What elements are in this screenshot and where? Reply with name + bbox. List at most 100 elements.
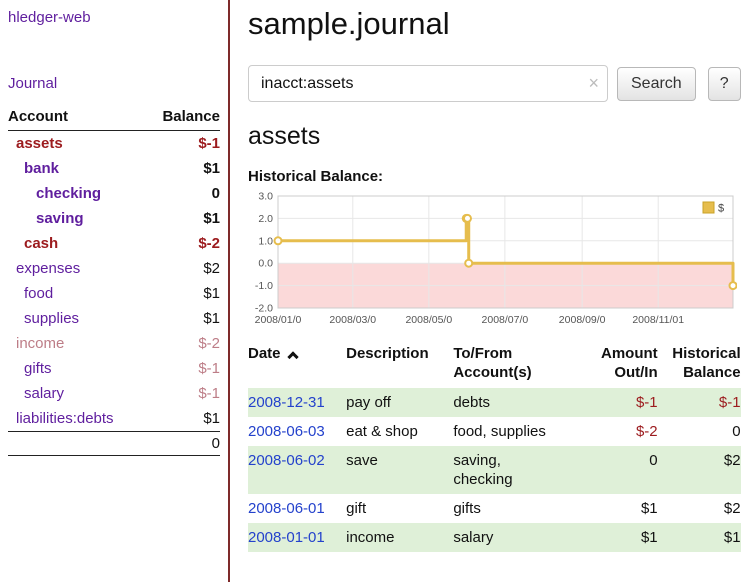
app-brand-link[interactable]: hledger-web [8, 9, 91, 26]
y-tick-label: 0.0 [258, 258, 273, 270]
transaction-description: eat & shop [346, 417, 453, 446]
account-row: liabilities:debts $1 [8, 406, 220, 432]
account-row: gifts $-1 [8, 356, 220, 381]
sidebar-account-saving[interactable]: saving [8, 210, 84, 227]
transaction-balance: $2 [658, 446, 741, 494]
account-balance: $1 [145, 206, 220, 231]
transaction-balance: $-1 [658, 388, 741, 417]
account-row: income $-2 [8, 331, 220, 356]
data-point-marker [275, 237, 282, 244]
account-balance: $-1 [145, 131, 220, 157]
register-header-accounts: To/FromAccount(s) [453, 342, 566, 388]
transaction-date-link[interactable]: 2008-06-03 [248, 423, 325, 440]
transaction-amount: $-1 [567, 388, 658, 417]
register-header-description: Description [346, 342, 453, 388]
x-tick-label: 2008/09/0 [559, 314, 606, 326]
account-row: expenses $2 [8, 256, 220, 281]
accounts-header-balance: Balance [145, 108, 220, 131]
transaction-date-link[interactable]: 2008-06-01 [248, 500, 325, 517]
legend-swatch [703, 202, 714, 213]
sort-ascending-icon [287, 351, 298, 362]
sidebar: hledger-web Journal Account Balance asse… [0, 0, 230, 582]
transaction-balance: $1 [658, 523, 741, 552]
sidebar-account-supplies[interactable]: supplies [8, 310, 79, 327]
sidebar-account-income[interactable]: income [8, 335, 64, 352]
y-tick-label: 2.0 [258, 213, 273, 225]
sidebar-account-food[interactable]: food [8, 285, 53, 302]
account-balance: $-2 [145, 331, 220, 356]
search-input[interactable] [248, 65, 608, 102]
transaction-date-link[interactable]: 2008-12-31 [248, 394, 325, 411]
transaction-balance: $2 [658, 494, 741, 523]
register-header-amount: AmountOut/In [567, 342, 658, 388]
register-row: 2008-06-01 giftgifts$1$2 [248, 494, 741, 523]
search-button[interactable]: Search [617, 67, 696, 101]
account-balance: 0 [145, 181, 220, 206]
transaction-amount: $-2 [567, 417, 658, 446]
y-tick-label: 1.0 [258, 235, 273, 247]
sidebar-account-expenses[interactable]: expenses [8, 260, 80, 277]
data-point-marker [465, 260, 472, 267]
accounts-total-row: 0 [8, 432, 220, 456]
y-tick-label: 3.0 [258, 191, 273, 203]
account-row: food $1 [8, 281, 220, 306]
register-row: 2008-06-03eat & shopfood, supplies$-20 [248, 417, 741, 446]
x-tick-label: 2008/01/0 [255, 314, 302, 326]
account-row: salary $-1 [8, 381, 220, 406]
x-tick-label: 2008/05/0 [405, 314, 452, 326]
transaction-date-link[interactable]: 2008-06-02 [248, 452, 325, 469]
search-input-wrap: × [248, 65, 608, 102]
account-row: bank $1 [8, 156, 220, 181]
data-point-marker [730, 282, 737, 289]
account-balance: $-1 [145, 356, 220, 381]
account-balance: $-1 [145, 381, 220, 406]
transaction-description: income [346, 523, 453, 552]
sidebar-account-cash[interactable]: cash [8, 235, 58, 252]
account-row: checking 0 [8, 181, 220, 206]
register-row: 2008-12-31pay offdebts$-1$-1 [248, 388, 741, 417]
chart-title: Historical Balance: [248, 168, 741, 185]
transaction-accounts: gifts [453, 494, 566, 523]
account-balance: $1 [145, 406, 220, 432]
transaction-description: pay off [346, 388, 453, 417]
transaction-amount: $1 [567, 523, 658, 552]
register-row: 2008-01-01incomesalary$1$1 [248, 523, 741, 552]
clear-search-icon[interactable]: × [588, 73, 599, 93]
register-row: 2008-06-02savesaving,checking0$2 [248, 446, 741, 494]
account-row: saving $1 [8, 206, 220, 231]
register-header-date[interactable]: Date [248, 342, 346, 388]
transaction-accounts: food, supplies [453, 417, 566, 446]
main-content: sample.journal × Search ? assets Histori… [230, 0, 742, 582]
sidebar-account-salary[interactable]: salary [8, 385, 64, 402]
sidebar-account-liabilities-debts[interactable]: liabilities:debts [8, 410, 114, 427]
sidebar-account-bank[interactable]: bank [8, 160, 59, 177]
accounts-total-value: 0 [145, 432, 220, 456]
search-form: × Search ? [248, 65, 741, 102]
x-tick-label: 2008/07/0 [482, 314, 529, 326]
y-tick-label: -2.0 [255, 303, 273, 315]
page-title: sample.journal [248, 6, 741, 42]
x-tick-label: 2008/11/01 [632, 314, 684, 326]
sidebar-account-assets[interactable]: assets [8, 135, 63, 152]
account-balance: $1 [145, 156, 220, 181]
register-table: DateDescriptionTo/FromAccount(s)AmountOu… [248, 342, 741, 552]
accounts-balance-table: Account Balance assets$-1bank$1checking0… [8, 108, 220, 456]
transaction-accounts: salary [453, 523, 566, 552]
account-row: assets $-1 [8, 131, 220, 157]
account-balance: $1 [145, 281, 220, 306]
register-header-balance: HistoricalBalance [658, 342, 741, 388]
transaction-description: save [346, 446, 453, 494]
transaction-accounts: saving,checking [453, 446, 566, 494]
sidebar-account-gifts[interactable]: gifts [8, 360, 52, 377]
transaction-amount: $1 [567, 494, 658, 523]
help-button[interactable]: ? [708, 67, 741, 101]
transaction-description: gift [346, 494, 453, 523]
y-tick-label: -1.0 [255, 280, 273, 292]
section-title: assets [248, 122, 741, 151]
x-tick-label: 2008/03/0 [329, 314, 376, 326]
sidebar-account-checking[interactable]: checking [8, 185, 101, 202]
historical-balance-chart: 3.0 2.0 1.0 0.0 -1.0 -2.02008/01/0 2008/03/0 20… [248, 191, 737, 328]
account-balance: $2 [145, 256, 220, 281]
transaction-date-link[interactable]: 2008-01-01 [248, 529, 325, 546]
sidebar-item-journal[interactable]: Journal [8, 75, 57, 92]
